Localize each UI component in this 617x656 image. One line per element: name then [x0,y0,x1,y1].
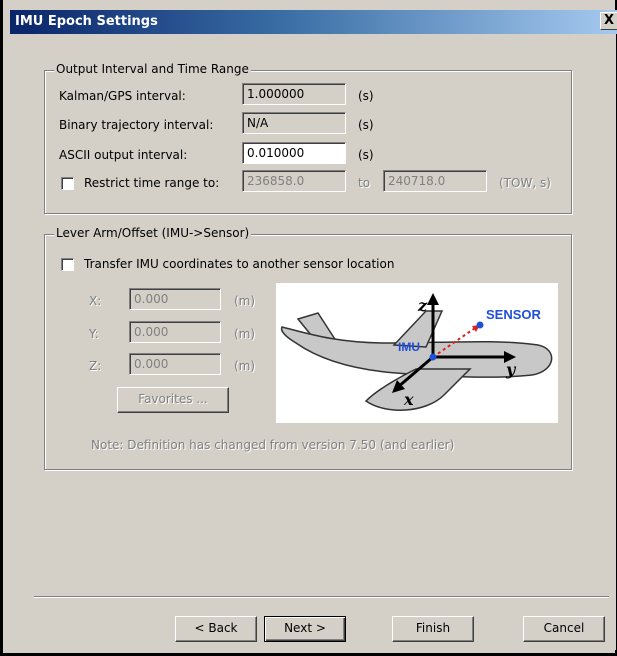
back-button[interactable]: < Back [175,616,257,642]
ascii-interval-field[interactable]: 0.010000 [242,142,346,164]
offset-x-field[interactable]: 0.000 [129,288,221,310]
x-axis-label: x [403,390,414,409]
binary-interval-label: Binary trajectory interval: [59,118,214,132]
transfer-coordinates-checkbox[interactable] [61,258,74,271]
restrict-time-checkbox[interactable] [61,177,74,190]
restrict-time-label[interactable]: Restrict time range to: [84,176,219,190]
kalman-interval-field[interactable]: 1.000000 [242,83,346,105]
range-start-field[interactable]: 236858.0 [242,170,346,192]
title-bar[interactable]: IMU Epoch Settings X [10,10,617,34]
z-axis-arrowhead [427,293,439,305]
lever-arm-legend: Lever Arm/Offset (IMU->Sensor) [54,226,252,240]
offset-y-label: Y: [89,327,99,341]
kalman-interval-label: Kalman/GPS interval: [59,89,186,103]
offset-z-unit: (m) [234,359,256,373]
lever-arm-group: Lever Arm/Offset (IMU->Sensor) Transfer … [44,226,572,470]
ascii-interval-unit: (s) [358,148,374,162]
kalman-interval-unit: (s) [358,89,374,103]
airplane-lower-wing-shape [364,368,472,411]
imu-label: IMU [398,340,420,354]
offset-z-field[interactable]: 0.000 [129,353,221,375]
transfer-coordinates-label[interactable]: Transfer IMU coordinates to another sens… [84,257,394,271]
offset-y-field[interactable]: 0.000 [129,321,221,343]
dialog-window: IMU Epoch Settings X Output Interval and… [0,0,617,656]
imu-point [429,353,437,361]
cancel-button[interactable]: Cancel [523,616,605,642]
z-axis-label: z [417,296,428,315]
favorites-button[interactable]: Favorites ... [117,387,229,413]
output-interval-group: Output Interval and Time Range Kalman/GP… [44,62,572,214]
next-button[interactable]: Next > [264,616,346,642]
dialog-client-area: Output Interval and Time Range Kalman/GP… [10,34,616,650]
y-axis-label: y [505,360,517,379]
binary-interval-field[interactable]: N/A [242,112,346,134]
offset-x-label: X: [89,294,102,308]
range-end-field[interactable]: 240718.0 [383,170,487,192]
close-button[interactable]: X [600,12,617,30]
range-to-label: to [358,176,371,190]
ascii-interval-label: ASCII output interval: [59,148,188,162]
binary-interval-unit: (s) [358,118,374,132]
finish-button[interactable]: Finish [392,616,474,642]
offset-y-unit: (m) [234,327,256,341]
range-unit-label: (TOW, s) [499,176,551,190]
window-title: IMU Epoch Settings [15,14,158,29]
output-interval-legend: Output Interval and Time Range [54,62,251,76]
imu-sensor-diagram: z y x IMU SENSOR [276,283,558,423]
offset-x-unit: (m) [234,294,256,308]
footer-separator [34,596,609,598]
sensor-label: SENSOR [486,307,542,322]
close-icon: X [603,13,615,28]
airplane-diagram-svg: z y x IMU SENSOR [280,293,553,411]
sensor-point [476,321,484,329]
offset-z-label: Z: [89,359,102,373]
definition-note: Note: Definition has changed from versio… [91,438,455,452]
